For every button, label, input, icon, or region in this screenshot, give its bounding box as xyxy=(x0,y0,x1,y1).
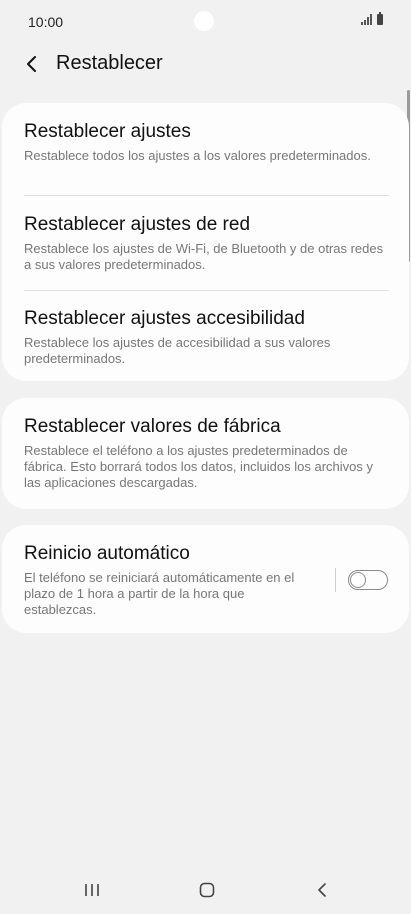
item-title: Restablecer ajustes accesibilidad xyxy=(24,308,305,329)
back-button[interactable] xyxy=(16,48,48,80)
status-bar: 10:00 xyxy=(0,0,411,46)
status-icons xyxy=(361,12,383,25)
item-title: Restablecer valores de fábrica xyxy=(24,416,281,437)
home-button[interactable] xyxy=(187,876,227,904)
page-title: Restablecer xyxy=(56,52,163,74)
auto-restart-item[interactable]: Reinicio automático El teléfono se reini… xyxy=(24,542,299,618)
factory-reset-item[interactable]: Restablecer valores de fábrica Restablec… xyxy=(24,415,389,491)
reset-accessibility-settings-item[interactable]: Restablecer ajustes accesibilidad Restab… xyxy=(24,307,389,367)
navigation-bar xyxy=(0,866,411,914)
item-description: Restablece el teléfono a los ajustes pre… xyxy=(24,443,374,490)
toggle-knob xyxy=(350,572,366,588)
signal-icon xyxy=(361,14,372,25)
settings-group-auto-restart: Reinicio automático El teléfono se reini… xyxy=(2,525,409,633)
item-description: Restablece los ajustes de Wi-Fi, de Blue… xyxy=(24,241,384,272)
item-title: Restablecer ajustes de red xyxy=(24,214,251,235)
item-description: Restablece todos los ajustes a los valor… xyxy=(24,148,371,163)
chevron-left-icon xyxy=(27,56,36,72)
settings-group-factory: Restablecer valores de fábrica Restablec… xyxy=(2,398,409,509)
divider xyxy=(24,195,389,196)
recents-icon xyxy=(85,884,99,896)
home-icon xyxy=(199,882,215,898)
auto-restart-toggle[interactable] xyxy=(348,570,388,590)
nav-back-button[interactable] xyxy=(302,876,342,904)
recents-button[interactable] xyxy=(72,876,112,904)
reset-settings-item[interactable]: Restablecer ajustes Restablece todos los… xyxy=(24,120,389,164)
item-description: Restablece los ajustes de accesibilidad … xyxy=(24,335,331,366)
reset-network-settings-item[interactable]: Restablecer ajustes de red Restablece lo… xyxy=(24,213,389,273)
back-icon xyxy=(318,883,326,897)
status-time: 10:00 xyxy=(28,14,64,30)
item-title: Reinicio automático xyxy=(24,543,190,564)
camera-cutout xyxy=(194,11,214,31)
divider xyxy=(24,290,389,291)
toggle-separator xyxy=(335,568,336,592)
settings-group-reset: Restablecer ajustes Restablece todos los… xyxy=(2,103,409,381)
battery-icon xyxy=(377,12,383,25)
item-title: Restablecer ajustes xyxy=(24,121,191,142)
item-description: El teléfono se reiniciará automáticament… xyxy=(24,570,295,617)
app-header: Restablecer xyxy=(0,46,411,86)
